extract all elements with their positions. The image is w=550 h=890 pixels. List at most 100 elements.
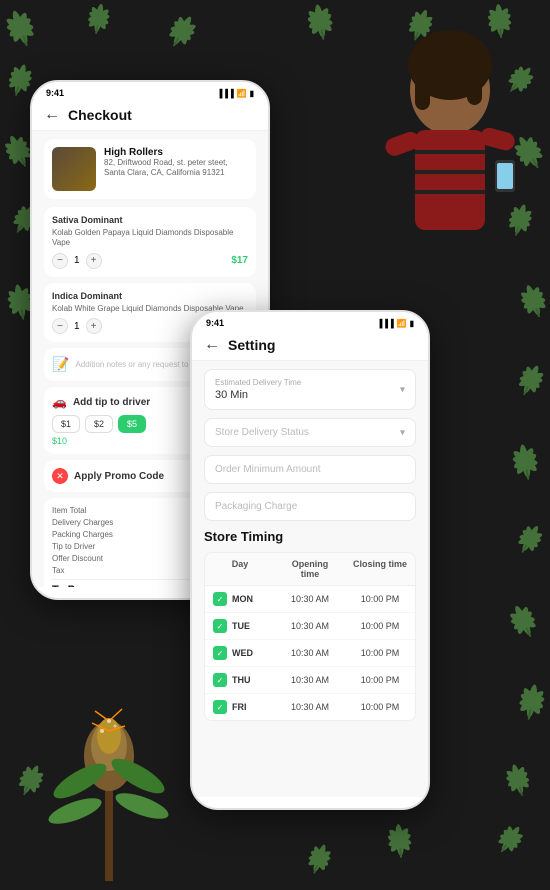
qty-decrease-2[interactable]: − [52,318,68,334]
open-time-thu: 10:30 AM [275,669,345,691]
qty-increase-1[interactable]: + [86,253,102,269]
tip-icon: 🚗 [52,395,67,409]
timing-day-fri: ✓ FRI [205,694,275,720]
person-image [355,20,545,320]
open-time-tue: 10:30 AM [275,615,345,637]
settings-title: Setting [228,337,275,353]
checkout-back-arrow[interactable]: ← [44,106,60,124]
cannabis-leaf-17 [378,818,422,871]
store-address: 82, Driftwood Road, st. peter steet, San… [104,158,248,179]
product-category-2: Indica Dominant [52,291,248,301]
notes-icon: 📝 [52,356,69,373]
checkout-header: ← Checkout [32,100,268,131]
packaging-charge-field[interactable]: Packaging Charge [204,492,416,521]
cannabis-leaf-16 [480,814,535,872]
close-time-mon: 10:00 PM [345,588,415,610]
qty-value-2: 1 [74,321,80,332]
min-amount-field[interactable]: Order Minimum Amount [204,455,416,484]
checkbox-tue[interactable]: ✓ [213,619,227,633]
store-thumbnail [52,147,96,191]
timing-row-thu: ✓ THU 10:30 AM 10:00 PM [205,667,415,694]
timing-header-open: Opening time [275,553,345,585]
day-label-thu: THU [232,675,251,685]
timing-row-mon: ✓ MON 10:30 AM 10:00 PM [205,586,415,613]
summary-label-discount: Offer Discount [52,554,103,563]
timing-table-header: Day Opening time Closing time [205,553,415,586]
day-label-fri: FRI [232,702,247,712]
settings-signal-icon: ▐▐▐ [377,319,394,328]
settings-time: 9:41 [206,318,224,328]
packaging-charge-placeholder: Packaging Charge [215,501,405,512]
cannabis-leaf-14 [506,677,550,736]
tip-btn-2[interactable]: $2 [85,415,113,433]
timing-day-tue: ✓ TUE [205,613,275,639]
cannabis-leaf-3 [296,0,346,55]
settings-wifi-icon: 📶 [397,319,407,328]
checkbox-wed[interactable]: ✓ [213,646,227,660]
cannabis-leaf-10 [502,354,550,414]
product-price-1: $17 [231,255,248,266]
close-time-fri: 10:00 PM [345,696,415,718]
cannabis-plant [30,701,190,881]
day-label-tue: TUE [232,621,250,631]
delivery-time-field[interactable]: Estimated Delivery Time 30 Min ▾ [204,369,416,410]
settings-back-arrow[interactable]: ← [204,336,220,354]
wifi-icon: 📶 [237,89,247,98]
settings-status-icons: ▐▐▐ 📶 ▮ [377,319,414,328]
checkbox-fri[interactable]: ✓ [213,700,227,714]
summary-label-item-total: Item Total [52,506,87,515]
store-name: High Rollers [104,147,248,158]
tip-title: Add tip to driver [73,397,150,408]
settings-battery-icon: ▮ [410,319,414,328]
min-amount-placeholder: Order Minimum Amount [215,464,405,475]
product-name-1: Kolab Golden Papaya Liquid Diamonds Disp… [52,228,248,249]
open-time-fri: 10:30 AM [275,696,345,718]
timing-day-mon: ✓ MON [205,586,275,612]
cannabis-leaf-12 [501,514,550,571]
close-time-wed: 10:00 PM [345,642,415,664]
timing-day-wed: ✓ WED [205,640,275,666]
settings-phone: 9:41 ▐▐▐ 📶 ▮ ← Setting Estimated Deliver… [190,310,430,810]
settings-content: Estimated Delivery Time 30 Min ▾ Store D… [192,361,428,797]
delivery-status-placeholder: Store Delivery Status [215,427,405,438]
qty-increase-2[interactable]: + [86,318,102,334]
checkbox-thu[interactable]: ✓ [213,673,227,687]
day-label-mon: MON [232,594,253,604]
cannabis-leaf-2 [150,3,210,66]
cannabis-leaf-13 [496,594,550,656]
qty-value-1: 1 [74,255,80,266]
summary-label-packing: Packing Charges [52,530,113,539]
summary-label-tax: Tax [52,566,64,575]
delivery-time-arrow: ▾ [400,384,405,395]
open-time-wed: 10:30 AM [275,642,345,664]
close-time-thu: 10:00 PM [345,669,415,691]
store-timing-title: Store Timing [204,529,416,544]
close-time-tue: 10:00 PM [345,615,415,637]
open-time-mon: 10:30 AM [275,588,345,610]
cannabis-leaf-11 [501,437,550,496]
promo-icon: ✕ [52,468,68,484]
store-info: High Rollers 82, Driftwood Road, st. pet… [104,147,248,179]
summary-label-tip: Tip to Driver [52,542,95,551]
summary-total-label: To Pay [52,584,87,587]
checkout-time: 9:41 [46,88,64,98]
tip-btn-1[interactable]: $1 [52,415,80,433]
timing-table: Day Opening time Closing time ✓ MON 10:3… [204,552,416,721]
cannabis-leaf-1 [76,0,119,48]
cannabis-leaf-15 [494,756,543,812]
cannabis-leaf-18 [293,835,342,890]
store-card: High Rollers 82, Driftwood Road, st. pet… [44,139,256,199]
checkout-status-icons: ▐▐▐ 📶 ▮ [217,89,254,98]
qty-decrease-1[interactable]: − [52,253,68,269]
delivery-time-label: Estimated Delivery Time [215,378,405,387]
timing-header-day: Day [205,553,275,585]
signal-icon: ▐▐▐ [217,89,234,98]
timing-day-thu: ✓ THU [205,667,275,693]
qty-control-2: − 1 + [52,318,102,334]
timing-row-fri: ✓ FRI 10:30 AM 10:00 PM [205,694,415,720]
checkbox-mon[interactable]: ✓ [213,592,227,606]
delivery-status-field[interactable]: Store Delivery Status ▾ [204,418,416,447]
tip-btn-5[interactable]: $5 [118,415,146,433]
checkout-status-bar: 9:41 ▐▐▐ 📶 ▮ [32,82,268,100]
promo-text: Apply Promo Code [74,471,164,482]
